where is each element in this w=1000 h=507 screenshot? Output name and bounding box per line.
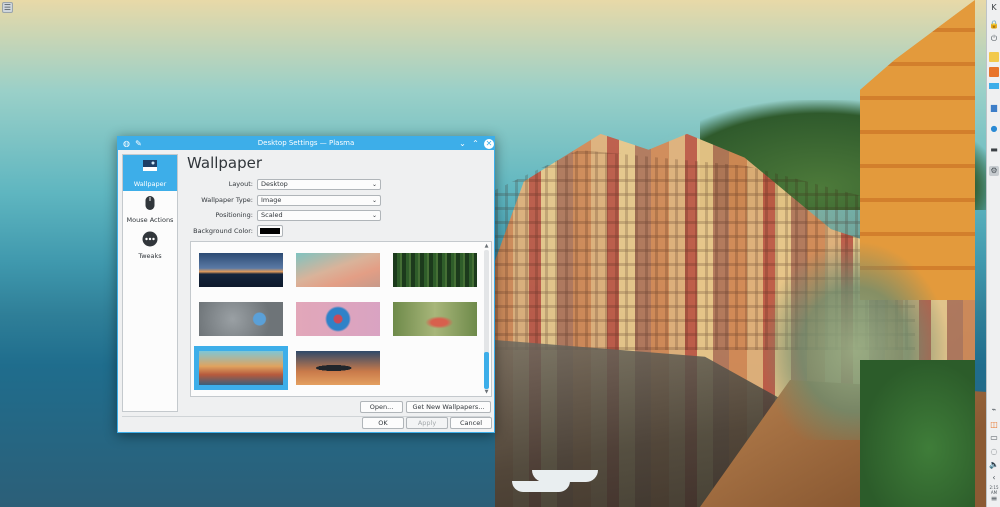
cancel-button[interactable]: Cancel [450, 417, 492, 429]
mouse-icon [145, 196, 155, 210]
thumbnail-image [296, 302, 380, 336]
wallpaper-boat [512, 481, 570, 492]
wallpaper-greenery [860, 360, 975, 507]
wallpaper-type-select[interactable]: Image ⌄ [257, 195, 381, 206]
sidebar-item-wallpaper[interactable]: Wallpaper [123, 155, 177, 191]
panel-menu-icon[interactable]: ≡ [989, 494, 999, 504]
chevron-down-icon: ⌄ [371, 181, 377, 188]
scroll-thumb[interactable] [484, 352, 489, 389]
wallpaper-thumbnail[interactable] [291, 346, 385, 390]
wallpaper-thumbnail[interactable] [291, 297, 385, 341]
sidebar-item-label: Tweaks [138, 252, 162, 260]
settings-content: Wallpaper Layout: Desktop ⌄ Wallpaper Ty… [187, 154, 492, 413]
desktop-settings-dialog: ◍ ✎ Desktop Settings — Plasma ⌄ ⌃ ✕ Wall… [117, 136, 495, 433]
wallpaper-type-row: Wallpaper Type: Image ⌄ [187, 195, 492, 207]
gallery-scrollbar[interactable]: ▲ ▼ [483, 243, 490, 395]
sidebar-item-mouse-actions[interactable]: Mouse Actions [123, 191, 177, 227]
wallpaper-gallery: ▲ ▼ [190, 241, 492, 397]
folder-icon[interactable]: ▆ [989, 103, 999, 113]
background-color-label: Background Color: [193, 227, 253, 235]
maximize-icon[interactable]: ⌃ [470, 138, 481, 149]
title-bar[interactable]: ◍ ✎ Desktop Settings — Plasma ⌄ ⌃ ✕ [118, 137, 494, 150]
power-icon[interactable]: ⏻ [989, 34, 999, 44]
thumbnail-image [199, 253, 283, 287]
kde-launcher-icon[interactable]: K [989, 3, 999, 13]
app-icon[interactable] [989, 67, 999, 77]
chevron-left-icon[interactable]: ‹ [989, 473, 999, 483]
layout-select[interactable]: Desktop ⌄ [257, 179, 381, 190]
sidebar-item-label: Mouse Actions [126, 216, 174, 224]
wallpaper-type-label: Wallpaper Type: [201, 196, 253, 204]
ok-button[interactable]: OK [362, 417, 404, 429]
open-button[interactable]: Open... [360, 401, 403, 413]
usb-icon[interactable]: ⌁ [989, 405, 999, 415]
positioning-label: Positioning: [215, 211, 253, 219]
thumbnail-image [296, 351, 380, 385]
chevron-down-icon: ⌄ [371, 212, 377, 219]
sidebar-item-label: Wallpaper [133, 180, 167, 188]
wallpaper-thumbnail-selected[interactable] [194, 346, 288, 390]
network-icon[interactable]: ◌ [989, 447, 999, 457]
lock-icon[interactable]: 🔒 [989, 20, 999, 30]
volume-icon[interactable]: 🔈 [989, 460, 999, 470]
window-title: Desktop Settings — Plasma [257, 139, 355, 147]
thumbnail-image [199, 302, 283, 336]
desktop-toolbox-button[interactable]: ☰ [2, 2, 13, 13]
browser-icon[interactable]: ● [989, 124, 999, 134]
notes-icon[interactable] [989, 52, 999, 62]
wallpaper-thumbnail[interactable] [194, 248, 288, 292]
layout-value: Desktop [261, 180, 288, 188]
background-color-button[interactable] [257, 225, 283, 237]
scroll-down-icon[interactable]: ▼ [483, 389, 490, 395]
color-swatch [260, 228, 280, 234]
updates-icon[interactable]: ◫ [989, 420, 999, 430]
wallpaper-thumbnail[interactable] [388, 297, 482, 341]
wallpaper-thumbnail[interactable] [388, 248, 482, 292]
layout-label: Layout: [228, 180, 253, 188]
page-title: Wallpaper [187, 154, 263, 172]
wallpaper-thumbnail[interactable] [291, 248, 385, 292]
thumbnail-image [296, 253, 380, 287]
thumbnail-image [393, 302, 477, 336]
positioning-select[interactable]: Scaled ⌄ [257, 210, 381, 221]
layout-row: Layout: Desktop ⌄ [187, 179, 492, 191]
wallpaper-type-value: Image [261, 196, 282, 204]
active-task-indicator [989, 83, 999, 89]
positioning-row: Positioning: Scaled ⌄ [187, 210, 492, 222]
wallpaper-icon [143, 160, 157, 171]
get-new-wallpapers-button[interactable]: Get New Wallpapers... [406, 401, 491, 413]
apply-button[interactable]: Apply [406, 417, 448, 429]
minimize-icon[interactable]: ⌄ [457, 138, 468, 149]
more-dots-icon [142, 231, 158, 247]
settings-sidebar: Wallpaper Mouse Actions Tweaks [122, 154, 178, 412]
scroll-up-icon[interactable]: ▲ [483, 243, 490, 249]
positioning-value: Scaled [261, 211, 283, 219]
thumbnail-image [393, 253, 477, 287]
wallpaper-thumbnail[interactable] [194, 297, 288, 341]
plasma-panel: K 🔒 ⏻ ▆ ● ▬ ⚙ ⌁ ◫ ▭ ◌ 🔈 ‹ 2:15 AM ≡ [986, 0, 1000, 507]
settings-icon[interactable]: ⚙ [989, 166, 999, 176]
display-icon[interactable]: ▭ [989, 433, 999, 443]
chevron-down-icon: ⌄ [371, 197, 377, 204]
thumbnail-image [199, 351, 283, 385]
close-icon[interactable]: ✕ [484, 139, 494, 149]
background-color-row: Background Color: [187, 225, 492, 238]
sidebar-item-tweaks[interactable]: Tweaks [123, 227, 177, 263]
terminal-icon[interactable]: ▬ [989, 145, 999, 155]
